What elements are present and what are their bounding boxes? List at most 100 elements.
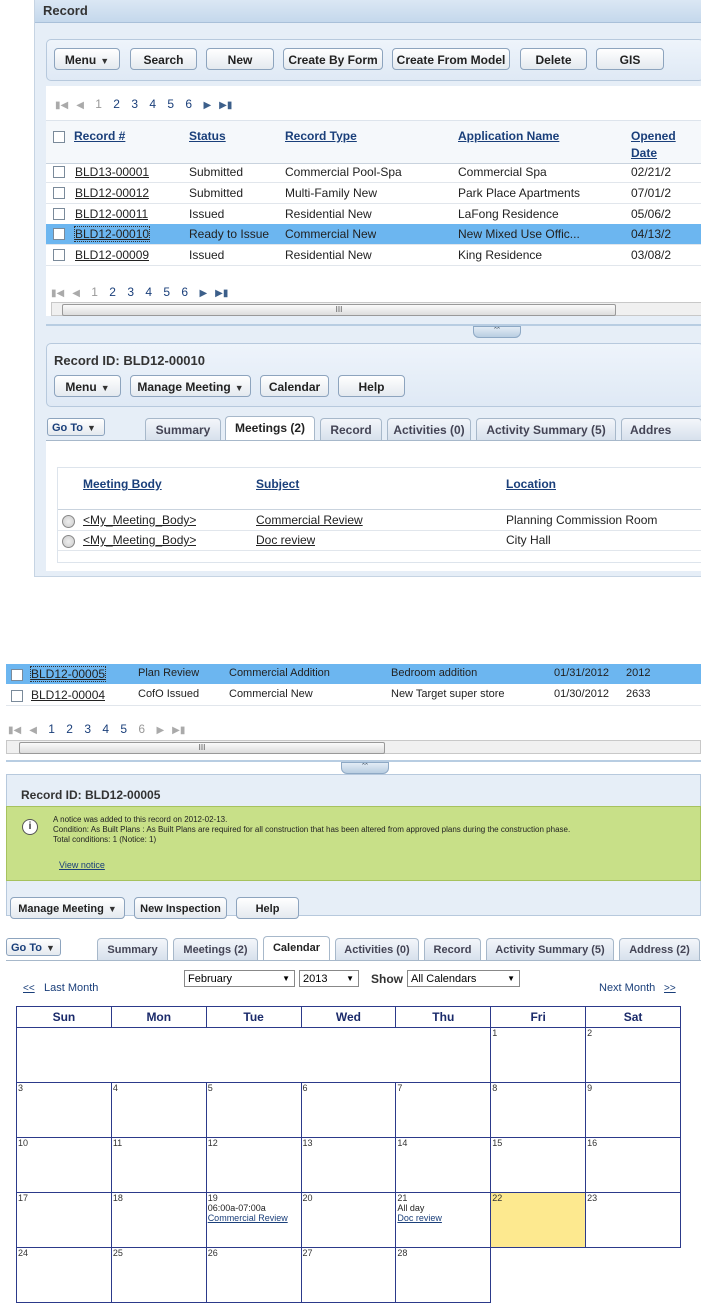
month-select[interactable]: February ▼	[184, 970, 295, 987]
delete-button[interactable]: Delete	[520, 48, 587, 70]
next-page-icon[interactable]: ▶	[199, 288, 207, 299]
calendar-day[interactable]: 17	[16, 1192, 112, 1248]
page-link[interactable]: 3	[84, 722, 91, 736]
calendar-day[interactable]: 8	[490, 1082, 587, 1138]
page-link[interactable]: 1	[95, 97, 102, 111]
calendar-day[interactable]: 20	[300, 1192, 397, 1248]
prev-month-arrow[interactable]: <<	[23, 983, 35, 994]
page-link[interactable]: 3	[131, 97, 138, 111]
tab-address[interactable]: Addres	[621, 418, 701, 440]
page-link[interactable]: 4	[149, 97, 156, 111]
page-link[interactable]: 6	[181, 285, 188, 299]
col-location[interactable]: Location	[506, 477, 556, 491]
calendar-day[interactable]: 25	[110, 1247, 207, 1303]
calendar-day[interactable]: 4	[110, 1082, 207, 1138]
tab-activities[interactable]: Activities (0)	[335, 938, 419, 960]
meeting-row[interactable]: <My_Meeting_Body> Commercial Review Plan…	[58, 510, 701, 531]
select-all-checkbox[interactable]	[53, 131, 65, 143]
help-button[interactable]: Help	[338, 375, 405, 397]
table-row[interactable]: BLD12-00012 Submitted Multi-Family New P…	[46, 183, 701, 204]
manage-meeting-button[interactable]: Manage Meeting ▼	[10, 897, 125, 919]
col-opened-date[interactable]: Date	[631, 146, 657, 160]
calendar-day[interactable]: 15	[490, 1137, 587, 1193]
goto-dropdown[interactable]: Go To ▼	[6, 938, 61, 956]
page-link[interactable]: 5	[163, 285, 170, 299]
col-status[interactable]: Status	[189, 129, 226, 143]
calendar-day[interactable]: 27	[300, 1247, 397, 1303]
row-checkbox[interactable]	[53, 166, 65, 178]
table-row-selected[interactable]: BLD12-00010 Ready to Issue Commercial Ne…	[46, 224, 701, 245]
view-notice-link[interactable]: View notice	[59, 860, 105, 870]
new-inspection-button[interactable]: New Inspection	[134, 897, 227, 919]
calendar-day[interactable]: 2	[585, 1027, 681, 1083]
meeting-row[interactable]: <My_Meeting_Body> Doc review City Hall	[58, 530, 701, 551]
row-checkbox[interactable]	[11, 690, 23, 702]
page-link[interactable]: 6	[138, 722, 145, 736]
table-row[interactable]: BLD13-00001 Submitted Commercial Pool-Sp…	[46, 162, 701, 183]
calendar-day[interactable]: 10	[16, 1137, 112, 1193]
calendar-day[interactable]: 5	[205, 1082, 302, 1138]
page-link[interactable]: 2	[109, 285, 116, 299]
col-application-name[interactable]: Application Name	[458, 129, 559, 143]
menu-button[interactable]: Menu ▼	[54, 48, 120, 70]
table-row[interactable]: BLD12-00011 Issued Residential New LaFon…	[46, 204, 701, 225]
collapse-up-icon[interactable]: ˆˆ	[473, 326, 521, 338]
col-record-type[interactable]: Record Type	[285, 129, 357, 143]
page-link[interactable]: 4	[145, 285, 152, 299]
year-select[interactable]: 2013 ▼	[299, 970, 359, 987]
calendar-day[interactable]: 9	[585, 1082, 681, 1138]
col-subject[interactable]: Subject	[256, 477, 299, 491]
create-by-form-button[interactable]: Create By Form	[283, 48, 383, 70]
next-page-icon[interactable]: ▶	[203, 100, 211, 111]
page-link[interactable]: 5	[167, 97, 174, 111]
gis-button[interactable]: GIS	[596, 48, 664, 70]
calendar-day[interactable]: 14	[395, 1137, 492, 1193]
calendar-day[interactable]: 12	[205, 1137, 302, 1193]
next-month-arrow[interactable]: >>	[664, 983, 676, 994]
tab-address[interactable]: Address (2)	[619, 938, 700, 960]
scrollbar-thumb[interactable]: III	[19, 742, 385, 754]
row-checkbox[interactable]	[53, 249, 65, 261]
calendar-day[interactable]: 26	[205, 1247, 302, 1303]
calendar-day[interactable]: 24	[16, 1247, 112, 1303]
next-month-link[interactable]: Next Month	[599, 982, 655, 994]
tab-record[interactable]: Record	[424, 938, 481, 960]
calendar-day[interactable]: 21 All day Doc review	[395, 1192, 492, 1248]
calendar-day[interactable]: 28	[395, 1247, 492, 1303]
table-row-selected[interactable]: BLD12-00005 Plan Review Commercial Addit…	[6, 664, 701, 684]
page-link[interactable]: 6	[185, 97, 192, 111]
calendar-day[interactable]: 16	[585, 1137, 681, 1193]
calendar-day[interactable]: 6	[300, 1082, 397, 1138]
row-checkbox[interactable]	[11, 669, 23, 681]
table-row[interactable]: BLD12-00009 Issued Residential New King …	[46, 245, 701, 266]
meeting-radio[interactable]	[62, 535, 75, 548]
record-link[interactable]: BLD12-00011	[75, 207, 148, 221]
row-checkbox[interactable]	[53, 208, 65, 220]
calendar-filter-select[interactable]: All Calendars ▼	[407, 970, 520, 987]
next-page-icon[interactable]: ▶	[156, 725, 164, 736]
calendar-day[interactable]: 18	[110, 1192, 207, 1248]
new-button[interactable]: New	[206, 48, 274, 70]
tab-summary[interactable]: Summary	[97, 938, 168, 960]
page-link[interactable]: 4	[102, 722, 109, 736]
page-link[interactable]: 3	[127, 285, 134, 299]
meeting-body-link[interactable]: <My_Meeting_Body>	[83, 533, 196, 547]
calendar-day[interactable]: 11	[110, 1137, 207, 1193]
splitter-bar[interactable]	[46, 324, 701, 326]
create-from-model-button[interactable]: Create From Model	[392, 48, 510, 70]
scrollbar-thumb[interactable]: III	[62, 304, 616, 316]
event-link[interactable]: Doc review	[396, 1213, 490, 1223]
meeting-body-link[interactable]: <My_Meeting_Body>	[83, 513, 196, 527]
record-link[interactable]: BLD12-00005	[29, 666, 107, 682]
last-page-icon[interactable]: ▶▮	[215, 288, 228, 299]
collapse-up-icon[interactable]: ˆˆ	[341, 762, 389, 774]
manage-meeting-button[interactable]: Manage Meeting ▼	[130, 375, 251, 397]
col-meeting-body[interactable]: Meeting Body	[83, 477, 162, 491]
page-link[interactable]: 5	[120, 722, 127, 736]
record-link[interactable]: BLD12-00012	[75, 186, 149, 200]
row-checkbox[interactable]	[53, 228, 65, 240]
page-link[interactable]: 2	[66, 722, 73, 736]
help-button[interactable]: Help	[236, 897, 299, 919]
calendar-day[interactable]: 23	[585, 1192, 681, 1248]
event-link[interactable]: Commercial Review	[207, 1213, 301, 1223]
